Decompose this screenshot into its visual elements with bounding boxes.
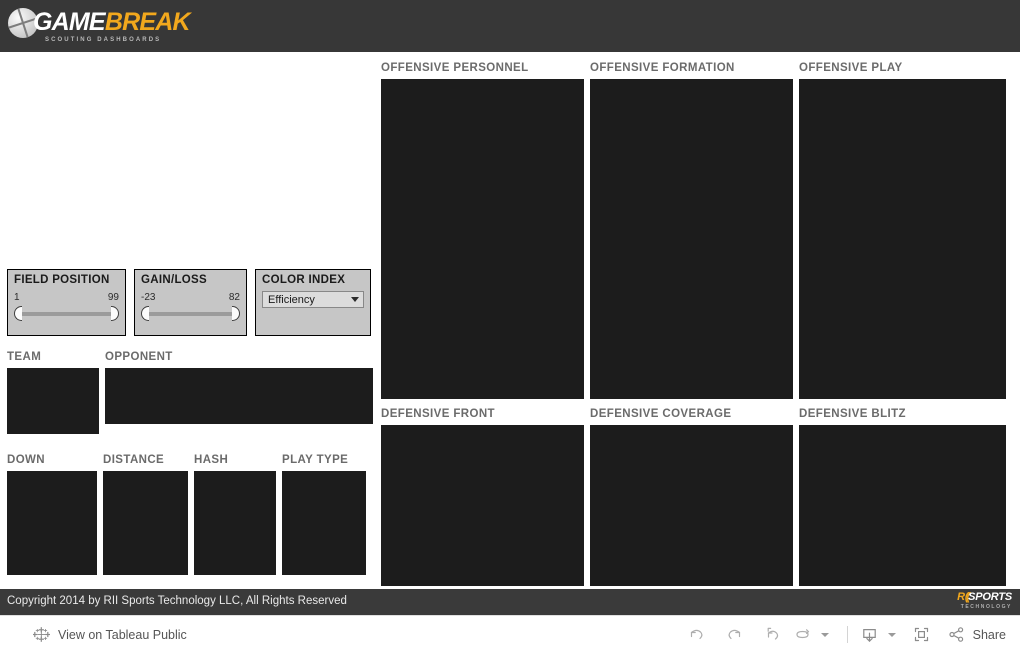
rii-logo-subtitle: TECHNOLOGY <box>960 604 1012 610</box>
offensive-formation-panel: OFFENSIVE FORMATION <box>590 61 793 407</box>
app-header: GAMEBREAK SCOUTING DASHBOARDS <box>0 0 1020 52</box>
down-label: DOWN <box>7 454 46 466</box>
gain-loss-range: -23 82 <box>141 292 240 303</box>
defensive-coverage-panel: DEFENSIVE COVERAGE <box>590 407 793 586</box>
filter-widgets-row: FIELD POSITION 1 99 GAIN/LOSS -23 82 COL… <box>7 269 371 336</box>
copyright-bar: Copyright 2014 by RII Sports Technology … <box>0 589 1020 615</box>
color-index-select[interactable]: Efficiency <box>262 291 364 308</box>
offensive-formation-label: OFFENSIVE FORMATION <box>590 62 735 74</box>
slider-handle-max[interactable] <box>232 306 240 321</box>
hash-chart-area[interactable] <box>194 471 276 575</box>
offensive-personnel-panel: OFFENSIVE PERSONNEL <box>381 61 584 407</box>
defensive-blitz-panel: DEFENSIVE BLITZ <box>799 407 1006 586</box>
share-button[interactable]: Share <box>947 625 1006 644</box>
slider-handle-max[interactable] <box>111 306 119 321</box>
rii-logo-name: SPORTS <box>968 591 1012 603</box>
defensive-blitz-chart-area[interactable] <box>799 425 1006 586</box>
color-index-selected-value: Efficiency <box>268 293 315 306</box>
logo-text-block: GAMEBREAK SCOUTING DASHBOARDS <box>33 7 191 44</box>
offensive-personnel-label: OFFENSIVE PERSONNEL <box>381 62 529 74</box>
redo-button[interactable] <box>716 620 754 650</box>
gain-loss-title: GAIN/LOSS <box>141 274 207 286</box>
distance-label: DISTANCE <box>103 454 165 466</box>
field-position-min: 1 <box>14 292 20 303</box>
field-position-title: FIELD POSITION <box>14 274 110 286</box>
share-icon <box>947 625 966 644</box>
rii-logo-letter: R <box>957 591 965 603</box>
down-distance-hash-playtype-row: DOWN DISTANCE HASH PLAY TYPE <box>7 453 366 575</box>
opponent-panel: OPPONENT <box>105 350 373 434</box>
share-label: Share <box>972 627 1006 642</box>
toolbar-divider <box>846 626 848 643</box>
slider-handle-min[interactable] <box>141 306 149 321</box>
offensive-play-panel: OFFENSIVE PLAY <box>799 61 1006 407</box>
chevron-down-icon[interactable] <box>351 297 359 302</box>
download-dropdown-button[interactable] <box>881 620 903 650</box>
logo-word-break: BREAK <box>104 8 191 36</box>
field-position-max: 99 <box>107 292 119 303</box>
color-index-title: COLOR INDEX <box>262 274 346 286</box>
team-panel: TEAM <box>7 350 99 434</box>
refresh-dropdown-button[interactable] <box>814 620 836 650</box>
fullscreen-button[interactable] <box>903 620 941 650</box>
gamebreak-logo: GAMEBREAK SCOUTING DASHBOARDS <box>8 7 191 45</box>
play-type-label: PLAY TYPE <box>282 454 349 466</box>
play-type-panel: PLAY TYPE <box>282 453 366 575</box>
undo-button[interactable] <box>678 620 716 650</box>
rii-sports-logo: R((SPORTS TECHNOLOGY <box>957 592 1012 610</box>
gain-loss-min: -23 <box>141 292 156 303</box>
logo-word-game: GAME <box>33 8 106 36</box>
opponent-chart-area[interactable] <box>105 368 373 424</box>
gain-loss-max: 82 <box>228 292 240 303</box>
download-button[interactable] <box>859 620 881 650</box>
team-chart-area[interactable] <box>7 368 99 434</box>
distance-panel: DISTANCE <box>103 453 188 575</box>
distance-chart-area[interactable] <box>103 471 188 575</box>
defensive-front-chart-area[interactable] <box>381 425 584 586</box>
play-type-chart-area[interactable] <box>282 471 366 575</box>
refresh-button[interactable] <box>792 620 814 650</box>
slider-track <box>148 312 233 316</box>
hash-label: HASH <box>194 454 229 466</box>
copyright-text: Copyright 2014 by RII Sports Technology … <box>7 595 347 607</box>
defensive-blitz-label: DEFENSIVE BLITZ <box>799 408 906 420</box>
field-position-range: 1 99 <box>14 292 119 303</box>
defensive-front-panel: DEFENSIVE FRONT <box>381 407 584 586</box>
offensive-personnel-chart-area[interactable] <box>381 79 584 399</box>
opponent-label: OPPONENT <box>105 351 173 363</box>
team-opponent-row: TEAM OPPONENT <box>7 350 373 434</box>
chevron-down-icon <box>820 632 829 637</box>
offensive-play-chart-area[interactable] <box>799 79 1006 399</box>
defensive-front-label: DEFENSIVE FRONT <box>381 408 495 420</box>
visualization-grid: OFFENSIVE PERSONNEL OFFENSIVE FORMATION … <box>381 61 1012 586</box>
color-index-filter[interactable]: COLOR INDEX Efficiency <box>255 269 371 336</box>
down-chart-area[interactable] <box>7 471 97 575</box>
view-on-tableau-public-label: View on Tableau Public <box>58 627 187 642</box>
logo-subtitle: SCOUTING DASHBOARDS <box>45 37 162 43</box>
view-on-tableau-public-button[interactable]: View on Tableau Public <box>33 626 187 643</box>
offensive-play-label: OFFENSIVE PLAY <box>799 62 903 74</box>
hash-panel: HASH <box>194 453 276 575</box>
slider-handle-min[interactable] <box>14 306 22 321</box>
team-label: TEAM <box>7 351 42 363</box>
down-panel: DOWN <box>7 453 97 575</box>
revert-button[interactable] <box>754 620 792 650</box>
gain-loss-slider[interactable] <box>141 305 240 321</box>
slider-track <box>21 312 112 316</box>
gain-loss-filter[interactable]: GAIN/LOSS -23 82 <box>134 269 247 336</box>
field-position-filter[interactable]: FIELD POSITION 1 99 <box>7 269 126 336</box>
offensive-formation-chart-area[interactable] <box>590 79 793 399</box>
tableau-toolbar: View on Tableau Public Share <box>0 615 1020 653</box>
defensive-coverage-chart-area[interactable] <box>590 425 793 586</box>
toolbar-actions: Share <box>678 620 1006 650</box>
chevron-down-icon <box>887 632 896 637</box>
defensive-coverage-label: DEFENSIVE COVERAGE <box>590 408 732 420</box>
tableau-icon <box>33 626 50 643</box>
field-position-slider[interactable] <box>14 305 119 321</box>
